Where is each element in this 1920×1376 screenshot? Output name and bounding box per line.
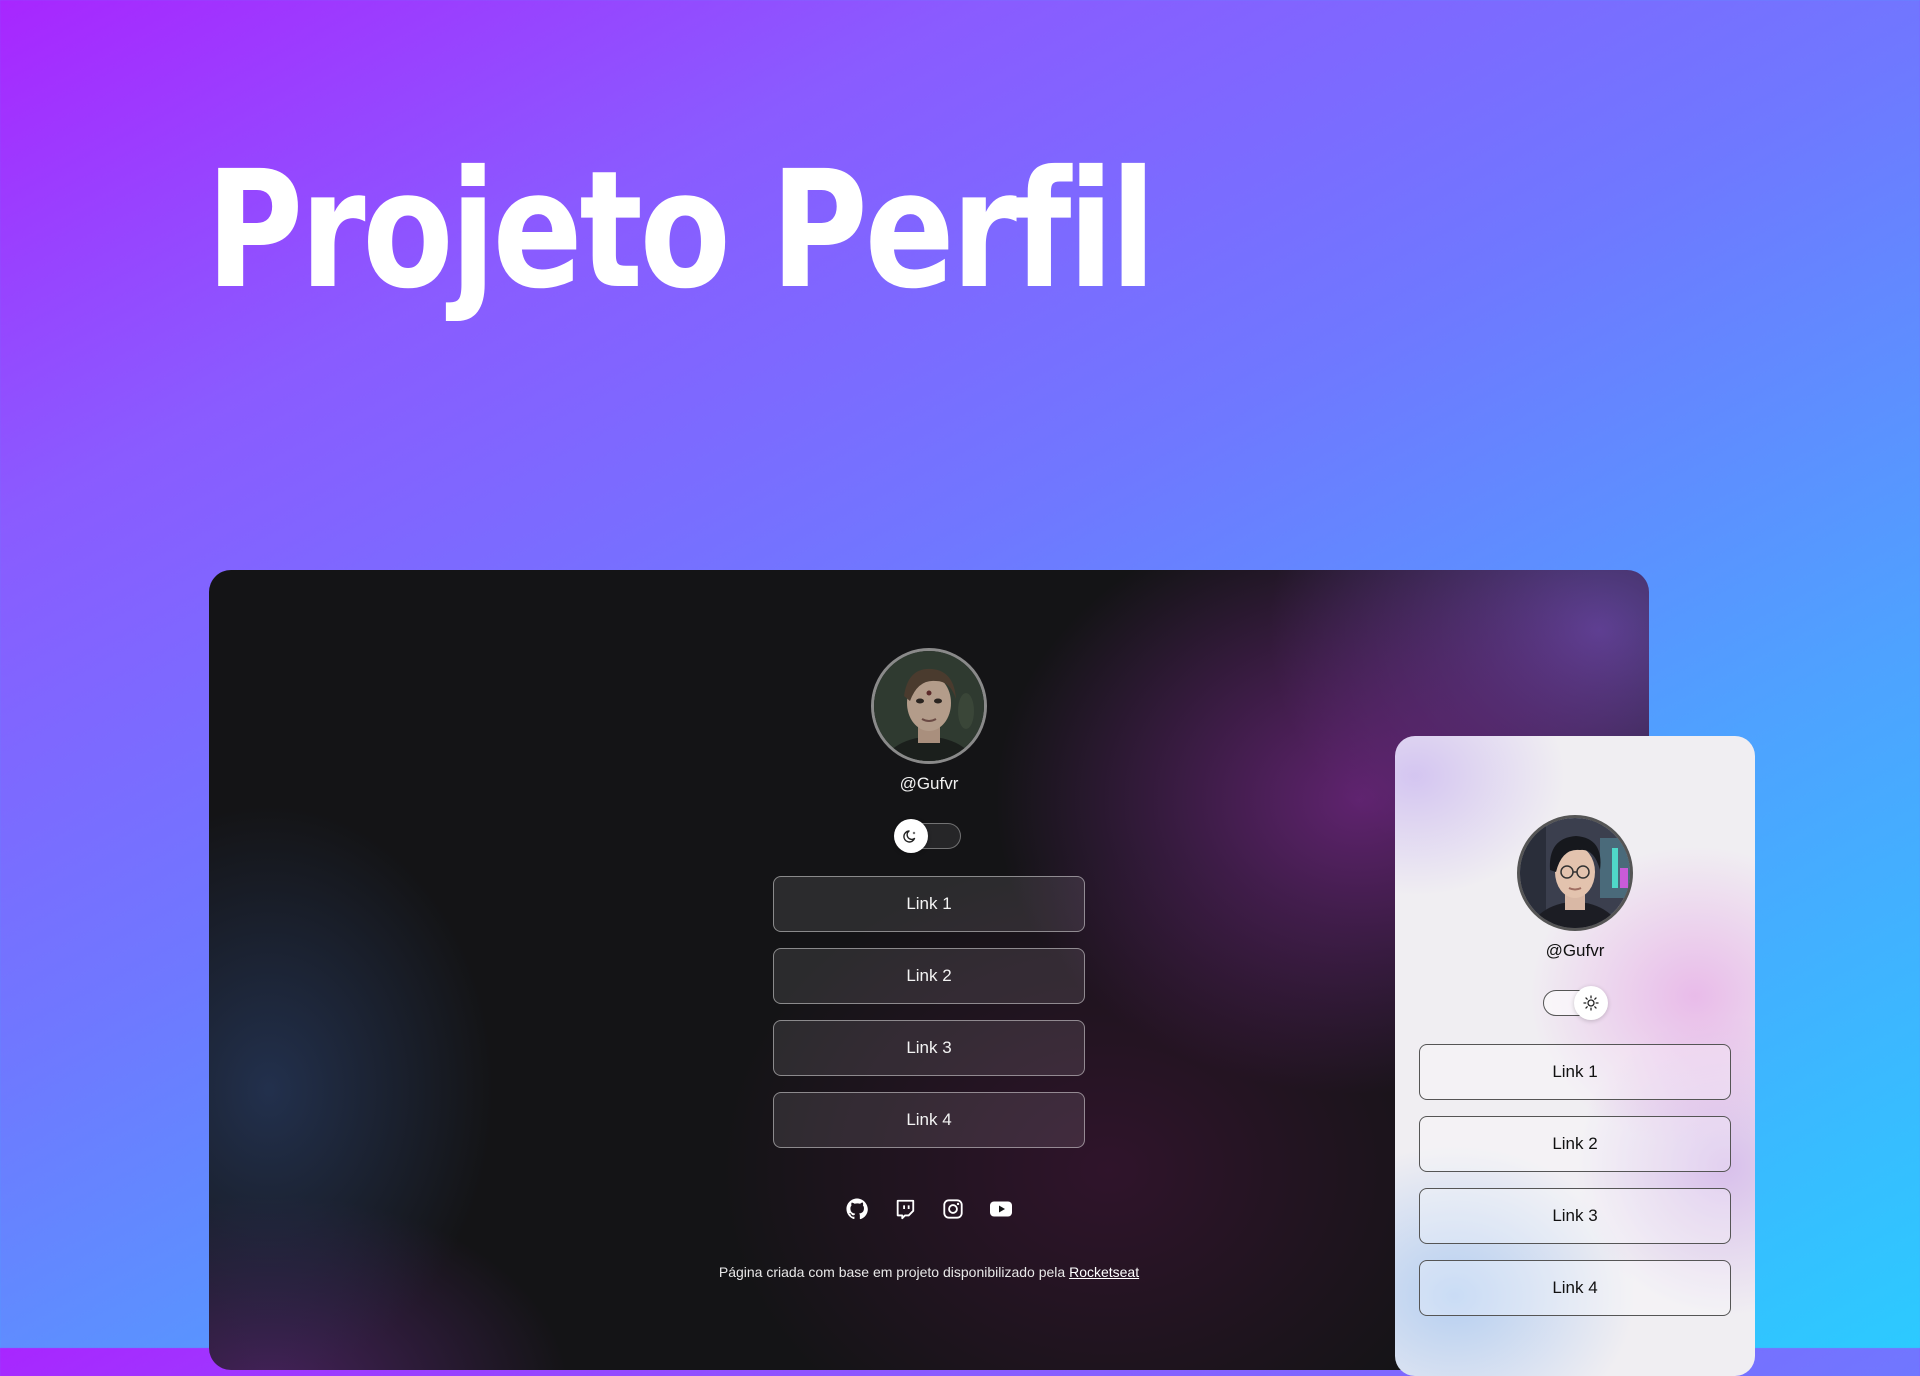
link-button-4[interactable]: Link 4	[773, 1092, 1085, 1148]
theme-toggle[interactable]	[1543, 986, 1608, 1020]
link-button-2[interactable]: Link 2	[1419, 1116, 1731, 1172]
sun-icon	[1574, 986, 1608, 1020]
profile-handle: @Gufvr	[1545, 941, 1605, 960]
moon-icon	[894, 819, 928, 853]
github-icon[interactable]	[844, 1196, 870, 1222]
hero-title: Projeto Perfil	[206, 137, 1156, 325]
social-links	[844, 1196, 1014, 1222]
twitch-icon[interactable]	[892, 1196, 918, 1222]
avatar	[871, 648, 987, 764]
link-button-2[interactable]: Link 2	[773, 948, 1085, 1004]
youtube-icon[interactable]	[988, 1196, 1014, 1222]
footer-credit: Página criada com base em projeto dispon…	[719, 1264, 1139, 1280]
link-button-1[interactable]: Link 1	[773, 876, 1085, 932]
links-list: Link 1 Link 2 Link 3 Link 4	[773, 876, 1085, 1148]
link-button-4[interactable]: Link 4	[1419, 1260, 1731, 1316]
avatar	[1517, 815, 1633, 931]
instagram-icon[interactable]	[940, 1196, 966, 1222]
light-theme-preview: @Gufvr Link 1 Link 2 Link 3 Link 4	[1395, 736, 1755, 1376]
link-button-3[interactable]: Link 3	[1419, 1188, 1731, 1244]
footer-text: Página criada com base em projeto dispon…	[718, 1264, 1070, 1280]
links-list: Link 1 Link 2 Link 3 Link 4	[1419, 1044, 1731, 1316]
rocketseat-link[interactable]: Rocketseat	[1069, 1264, 1139, 1280]
link-button-1[interactable]: Link 1	[1419, 1044, 1731, 1100]
link-button-3[interactable]: Link 3	[773, 1020, 1085, 1076]
profile-handle: @Gufvr	[899, 774, 959, 793]
theme-toggle[interactable]	[894, 819, 961, 853]
